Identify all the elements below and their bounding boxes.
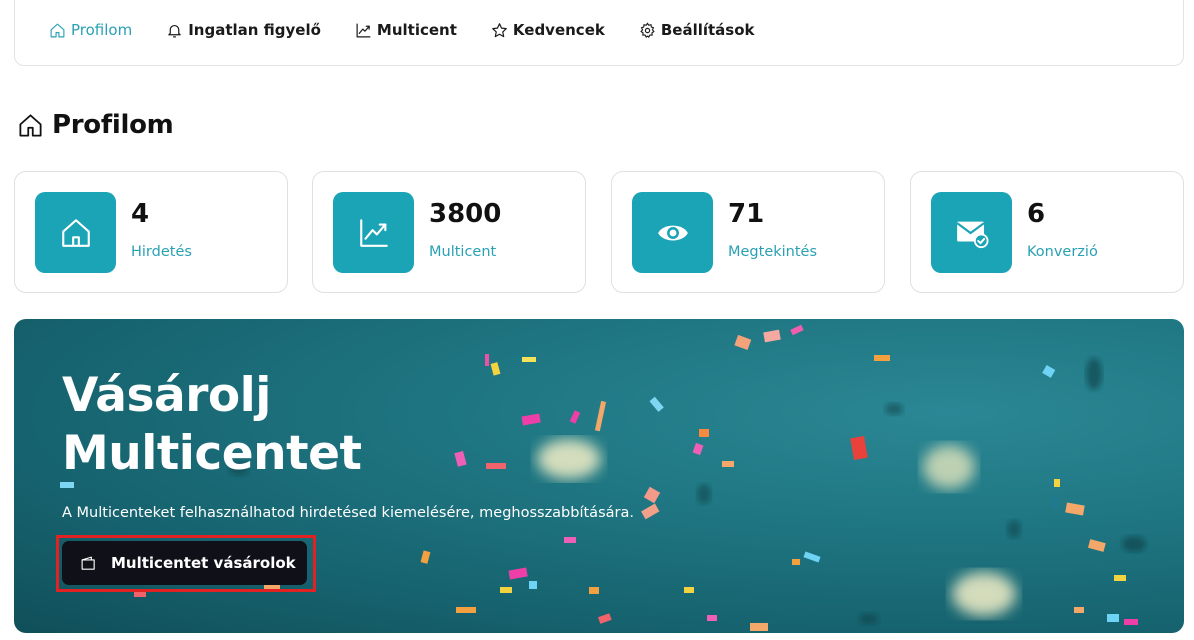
page-title: Profilom bbox=[17, 110, 174, 140]
nav-item-kedvencek[interactable]: Kedvencek bbox=[491, 21, 605, 39]
stat-value: 6 bbox=[1027, 199, 1046, 229]
stat-label: Multicent bbox=[429, 244, 497, 260]
stat-icon-box bbox=[333, 192, 414, 273]
home-icon bbox=[19, 113, 42, 137]
stat-icon-box bbox=[931, 192, 1012, 273]
chart-line-icon bbox=[359, 218, 388, 247]
banner-subtitle: A Multicenteket felhasználhatod hirdetés… bbox=[62, 505, 634, 521]
stat-value: 71 bbox=[728, 199, 765, 229]
stat-icon-box bbox=[35, 192, 116, 273]
stat-label: Konverzió bbox=[1027, 244, 1098, 260]
chart-line-icon bbox=[356, 23, 371, 37]
nav-item-label: Ingatlan figyelő bbox=[188, 21, 321, 39]
stat-icon-box bbox=[632, 192, 713, 273]
gear-icon bbox=[640, 21, 655, 38]
top-navigation: Profilom Ingatlan figyelő Multicent Kedv… bbox=[14, 0, 1184, 66]
bell-icon bbox=[168, 24, 181, 37]
stat-card-konverzio[interactable]: 6 Konverzió bbox=[910, 171, 1184, 293]
stat-value: 4 bbox=[131, 199, 150, 229]
stat-card-multicent[interactable]: 3800 Multicent bbox=[312, 171, 586, 293]
home-icon bbox=[50, 23, 65, 37]
buy-multicent-button[interactable]: Multicentet vásárolok bbox=[62, 541, 307, 585]
mail-check-icon bbox=[955, 221, 989, 248]
nav-item-label: Profilom bbox=[71, 21, 133, 39]
stat-value: 3800 bbox=[429, 199, 502, 229]
buy-multicent-label: Multicentet vásárolok bbox=[111, 554, 296, 572]
banner-title: Vásárolj Multicentet bbox=[62, 368, 362, 481]
nav-item-label: Beállítások bbox=[660, 21, 755, 39]
wallet-icon bbox=[81, 556, 95, 570]
stat-card-megtekintes[interactable]: 71 Megtekintés bbox=[611, 171, 885, 293]
promo-banner: Vásárolj Multicentet A Multicenteket fel… bbox=[14, 319, 1184, 633]
nav-item-ingatlan-figyelo[interactable]: Ingatlan figyelő bbox=[166, 21, 321, 39]
nav-item-beallitasok[interactable]: Beállítások bbox=[639, 21, 755, 39]
stat-label: Hirdetés bbox=[131, 244, 192, 260]
nav-item-multicent[interactable]: Multicent bbox=[355, 21, 457, 39]
stat-card-hirdetes[interactable]: 4 Hirdetés bbox=[14, 171, 288, 293]
nav-item-profilom[interactable]: Profilom bbox=[49, 21, 132, 39]
stat-label: Megtekintés bbox=[728, 244, 818, 260]
home-icon bbox=[61, 218, 90, 247]
page-title-text: Profilom bbox=[52, 110, 174, 140]
eye-icon bbox=[657, 225, 688, 240]
star-icon bbox=[492, 22, 507, 37]
nav-item-label: Multicent bbox=[376, 21, 457, 39]
nav-item-label: Kedvencek bbox=[512, 21, 605, 39]
